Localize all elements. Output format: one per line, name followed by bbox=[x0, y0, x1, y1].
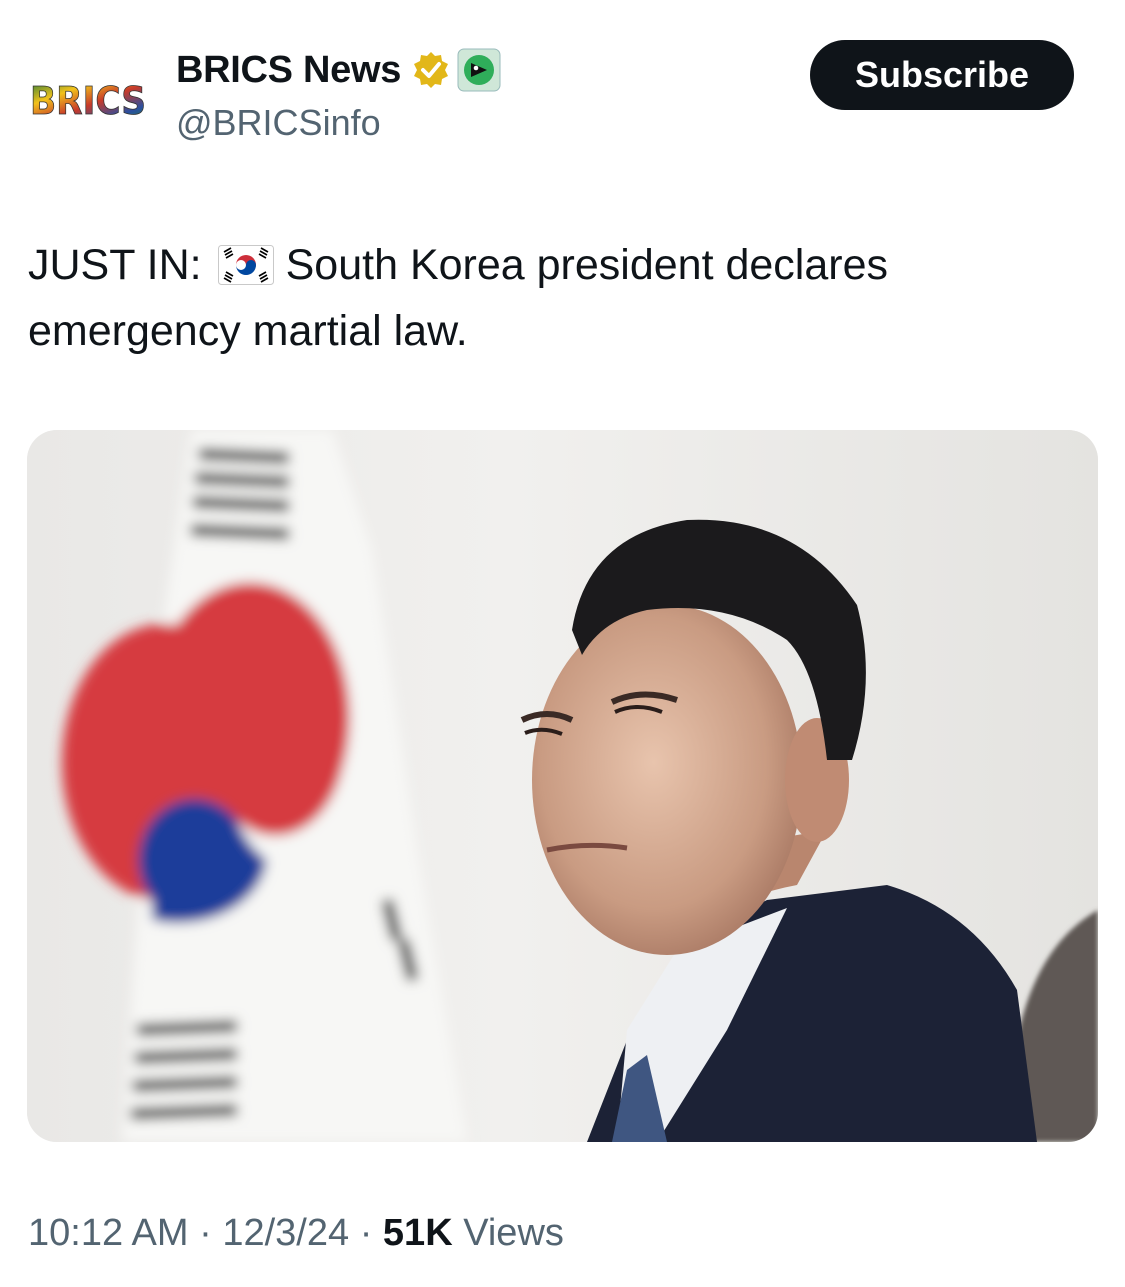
tweet-text: JUST IN: South Korea president declares … bbox=[28, 232, 1088, 364]
brics-logo-text: BRICS bbox=[30, 79, 146, 123]
tweet-media-photo[interactable] bbox=[27, 430, 1098, 1142]
meta-separator: · bbox=[359, 1212, 373, 1254]
tweet-date[interactable]: 12/3/24 bbox=[222, 1212, 349, 1254]
author-handle[interactable]: @BRICSinfo bbox=[176, 102, 381, 144]
subscribe-button[interactable]: Subscribe bbox=[810, 40, 1074, 110]
brics-logo-avatar[interactable]: BRICS bbox=[28, 62, 150, 132]
president-photo[interactable] bbox=[27, 430, 1098, 1142]
tweet-meta: 10:12 AM · 12/3/24 · 51K Views bbox=[28, 1212, 564, 1255]
views-label[interactable]: Views bbox=[463, 1212, 564, 1254]
author-name-row[interactable]: BRICS News bbox=[176, 48, 501, 92]
tweet-header: BRICS BRICS News @BRICSinfo Subscribe bbox=[0, 0, 1125, 160]
tweet-time[interactable]: 10:12 AM bbox=[28, 1212, 189, 1254]
south-korea-flag-icon bbox=[217, 245, 274, 285]
tweet-text-prefix: JUST IN: bbox=[28, 241, 202, 289]
meta-separator: · bbox=[199, 1212, 212, 1254]
gold-verified-badge-icon[interactable] bbox=[411, 50, 451, 90]
views-count[interactable]: 51K bbox=[383, 1212, 453, 1254]
affiliate-badge-icon[interactable] bbox=[457, 48, 501, 92]
author-display-name[interactable]: BRICS News bbox=[176, 49, 401, 92]
face bbox=[532, 605, 802, 955]
